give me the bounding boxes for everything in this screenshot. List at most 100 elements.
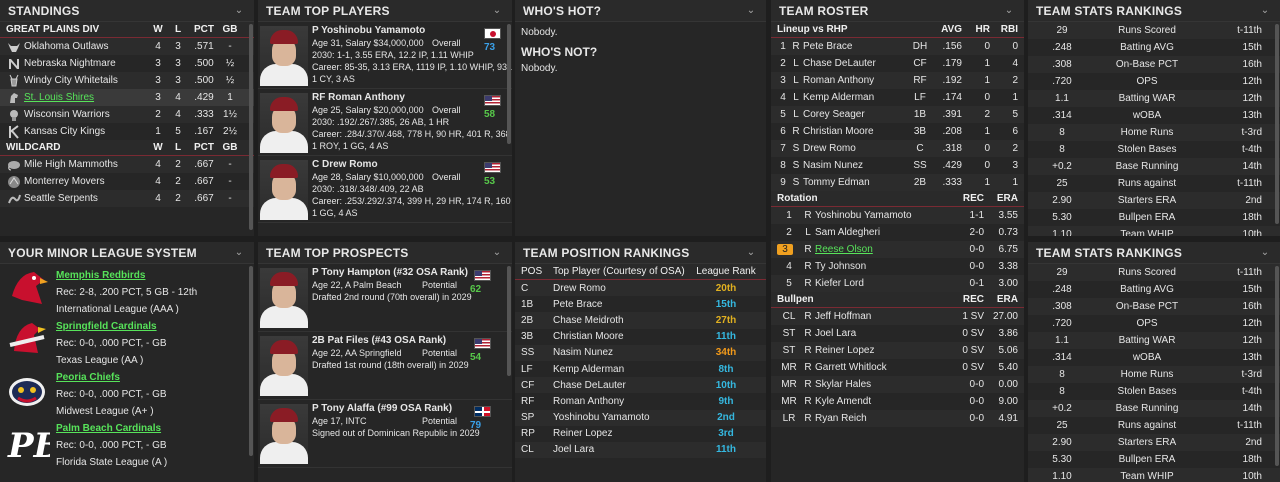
lineup-row[interactable]: 1 R Pete Brace DH .156 0 0	[771, 38, 1024, 55]
stat-row[interactable]: 2.90 Starters ERA 2nd	[1028, 192, 1280, 209]
stat-row[interactable]: .308 On-Base PCT 16th	[1028, 298, 1280, 315]
stat-row[interactable]: 8 Stolen Bases t-4th	[1028, 383, 1280, 400]
scrollbar[interactable]	[1275, 266, 1279, 466]
stat-row[interactable]: .248 Batting AVG 15th	[1028, 281, 1280, 298]
minor-team-link[interactable]: Peoria Chiefs	[56, 369, 167, 386]
standings-row[interactable]: Seattle Serpents 4 2 .667 -	[0, 190, 254, 207]
stat-row[interactable]: 5.30 Bullpen ERA 18th	[1028, 451, 1280, 468]
position-row[interactable]: 3B Christian Moore 11th	[515, 328, 766, 345]
team-name[interactable]: St. Louis Shires	[24, 92, 148, 103]
bullpen-row[interactable]: MR R Garrett Whitlock 0 SV 5.40	[771, 359, 1024, 376]
stat-row[interactable]: +0.2 Base Running 14th	[1028, 158, 1280, 175]
position-row[interactable]: RF Roman Anthony 9th	[515, 393, 766, 410]
position-row[interactable]: 1B Pete Brace 15th	[515, 296, 766, 313]
rotation-row[interactable]: 2 L Sam Aldegheri 2-0 0.73	[771, 224, 1024, 241]
scrollbar[interactable]	[507, 266, 511, 376]
rotation-name[interactable]: Sam Aldegheri	[815, 227, 956, 238]
standings-row[interactable]: Wisconsin Warriors 2 4 .333 1½	[0, 106, 254, 123]
standings-row[interactable]: Nebraska Nightmare 3 3 .500 ½	[0, 55, 254, 72]
chevron-down-icon[interactable]: ⌄	[490, 4, 504, 18]
stat-row[interactable]: .308 On-Base PCT 16th	[1028, 56, 1280, 73]
position-row[interactable]: RP Reiner Lopez 3rd	[515, 425, 766, 442]
stat-row[interactable]: 1.1 Batting WAR 12th	[1028, 90, 1280, 107]
rotation-name[interactable]: Kiefer Lord	[815, 278, 956, 289]
stat-row[interactable]: .720 OPS 12th	[1028, 73, 1280, 90]
lineup-row[interactable]: 5 L Corey Seager 1B .391 2 5	[771, 106, 1024, 123]
minor-team-link[interactable]: Palm Beach Cardinals	[56, 420, 167, 437]
rotation-row[interactable]: 5 R Kiefer Lord 0-1 3.00	[771, 275, 1024, 292]
standings-row[interactable]: Monterrey Movers 4 2 .667 -	[0, 173, 254, 190]
position-row[interactable]: SS Nasim Nunez 34th	[515, 344, 766, 361]
standings-row[interactable]: Oklahoma Outlaws 4 3 .571 -	[0, 38, 254, 55]
rotation-name[interactable]: Yoshinobu Yamamoto	[815, 210, 956, 221]
lineup-row[interactable]: 9 S Tommy Edman 2B .333 1 1	[771, 174, 1024, 191]
rotation-name[interactable]: Ty Johnson	[815, 261, 956, 272]
prospect-card[interactable]: P Tony Alaffa (#99 OSA Rank) Age 17, INTC…	[258, 400, 512, 468]
position-row[interactable]: CF Chase DeLauter 10th	[515, 377, 766, 394]
position-row[interactable]: C Drew Romo 20th	[515, 280, 766, 297]
lineup-row[interactable]: 3 L Roman Anthony RF .192 1 2	[771, 72, 1024, 89]
rotation-row[interactable]: 1 R Yoshinobu Yamamoto 1-1 3.55	[771, 207, 1024, 224]
bullpen-row[interactable]: MR R Kyle Amendt 0-0 9.00	[771, 393, 1024, 410]
chevron-down-icon[interactable]: ⌄	[1258, 246, 1272, 260]
lineup-row[interactable]: 4 L Kemp Alderman LF .174 0 1	[771, 89, 1024, 106]
prospect-card[interactable]: 2B Pat Files (#43 OSA Rank) Age 22, AA Sp…	[258, 332, 512, 400]
scrollbar[interactable]	[249, 266, 253, 456]
stat-row[interactable]: .248 Batting AVG 15th	[1028, 39, 1280, 56]
chevron-down-icon[interactable]: ⌄	[490, 246, 504, 260]
bullpen-row[interactable]: ST R Reiner Lopez 0 SV 5.06	[771, 342, 1024, 359]
bullpen-row[interactable]: LR R Ryan Reich 0-0 4.91	[771, 410, 1024, 427]
stat-row[interactable]: 29 Runs Scored t-11th	[1028, 264, 1280, 281]
rotation-name[interactable]: Reese Olson	[815, 244, 956, 255]
minor-team-link[interactable]: Springfield Cardinals	[56, 318, 167, 335]
scrollbar[interactable]	[1275, 24, 1279, 224]
stat-row[interactable]: 8 Stolen Bases t-4th	[1028, 141, 1280, 158]
stat-row[interactable]: 1.10 Team WHIP 10th	[1028, 226, 1280, 236]
stat-row[interactable]: .720 OPS 12th	[1028, 315, 1280, 332]
stat-row[interactable]: 8 Home Runs t-3rd	[1028, 366, 1280, 383]
player-name[interactable]: C Drew Romo	[312, 159, 512, 171]
stat-row[interactable]: 1.1 Batting WAR 12th	[1028, 332, 1280, 349]
scrollbar[interactable]	[507, 24, 511, 144]
player-card[interactable]: RF Roman Anthony Age 25, Salary $20,000,0…	[258, 89, 512, 156]
player-card[interactable]: P Yoshinobu Yamamoto Age 31, Salary $34,0…	[258, 22, 512, 89]
stat-row[interactable]: 5.30 Bullpen ERA 18th	[1028, 209, 1280, 226]
prospect-card[interactable]: P Tony Hampton (#32 OSA Rank) Age 22, A P…	[258, 264, 512, 332]
stat-row[interactable]: 25 Runs against t-11th	[1028, 417, 1280, 434]
chevron-down-icon[interactable]: ⌄	[1002, 4, 1016, 18]
standings-row[interactable]: Windy City Whitetails 3 3 .500 ½	[0, 72, 254, 89]
position-row[interactable]: SP Yoshinobu Yamamoto 2nd	[515, 409, 766, 426]
player-name[interactable]: P Yoshinobu Yamamoto	[312, 25, 512, 37]
rotation-row[interactable]: 3 R Reese Olson 0-0 6.75	[771, 241, 1024, 258]
stat-row[interactable]: 8 Home Runs t-3rd	[1028, 124, 1280, 141]
chevron-down-icon[interactable]: ⌄	[232, 246, 246, 260]
position-row[interactable]: LF Kemp Alderman 8th	[515, 360, 766, 378]
chevron-down-icon[interactable]: ⌄	[1258, 4, 1272, 18]
stat-row[interactable]: .314 wOBA 13th	[1028, 349, 1280, 366]
bullpen-row[interactable]: MR R Skylar Hales 0-0 0.00	[771, 376, 1024, 393]
stat-row[interactable]: 1.10 Team WHIP 10th	[1028, 468, 1280, 482]
minor-team[interactable]: Springfield Cardinals Rec: 0-0, .000 PCT,…	[0, 315, 254, 366]
bullpen-row[interactable]: CL R Jeff Hoffman 1 SV 27.00	[771, 308, 1024, 325]
stat-row[interactable]: 2.90 Starters ERA 2nd	[1028, 434, 1280, 451]
stat-row[interactable]: .314 wOBA 13th	[1028, 107, 1280, 124]
stat-row[interactable]: 25 Runs against t-11th	[1028, 175, 1280, 192]
position-row[interactable]: 2B Chase Meidroth 27th	[515, 312, 766, 329]
standings-row[interactable]: St. Louis Shires 3 4 .429 1	[0, 89, 254, 106]
minor-team[interactable]: Memphis Redbirds Rec: 2-8, .200 PCT, 5 GB…	[0, 264, 254, 315]
minor-team-link[interactable]: Memphis Redbirds	[56, 267, 197, 284]
lineup-row[interactable]: 6 R Christian Moore 3B .208 1 6	[771, 123, 1024, 140]
lineup-row[interactable]: 8 S Nasim Nunez SS .429 0 3	[771, 157, 1024, 174]
bullpen-row[interactable]: ST R Joel Lara 0 SV 3.86	[771, 325, 1024, 342]
player-name[interactable]: RF Roman Anthony	[312, 92, 512, 104]
player-card[interactable]: C Drew Romo Age 28, Salary $10,000,000 Ove…	[258, 156, 512, 223]
standings-row[interactable]: Kansas City Kings 1 5 .167 2½	[0, 123, 254, 140]
chevron-down-icon[interactable]: ⌄	[744, 4, 758, 18]
stat-row[interactable]: 29 Runs Scored t-11th	[1028, 22, 1280, 39]
chevron-down-icon[interactable]: ⌄	[744, 246, 758, 260]
lineup-row[interactable]: 7 S Drew Romo C .318 0 2	[771, 140, 1024, 157]
standings-row[interactable]: Mile High Mammoths 4 2 .667 -	[0, 156, 254, 173]
chevron-down-icon[interactable]: ⌄	[232, 4, 246, 18]
stat-row[interactable]: +0.2 Base Running 14th	[1028, 400, 1280, 417]
minor-team[interactable]: PB Palm Beach Cardinals Rec: 0-0, .000 PCT…	[0, 417, 254, 468]
